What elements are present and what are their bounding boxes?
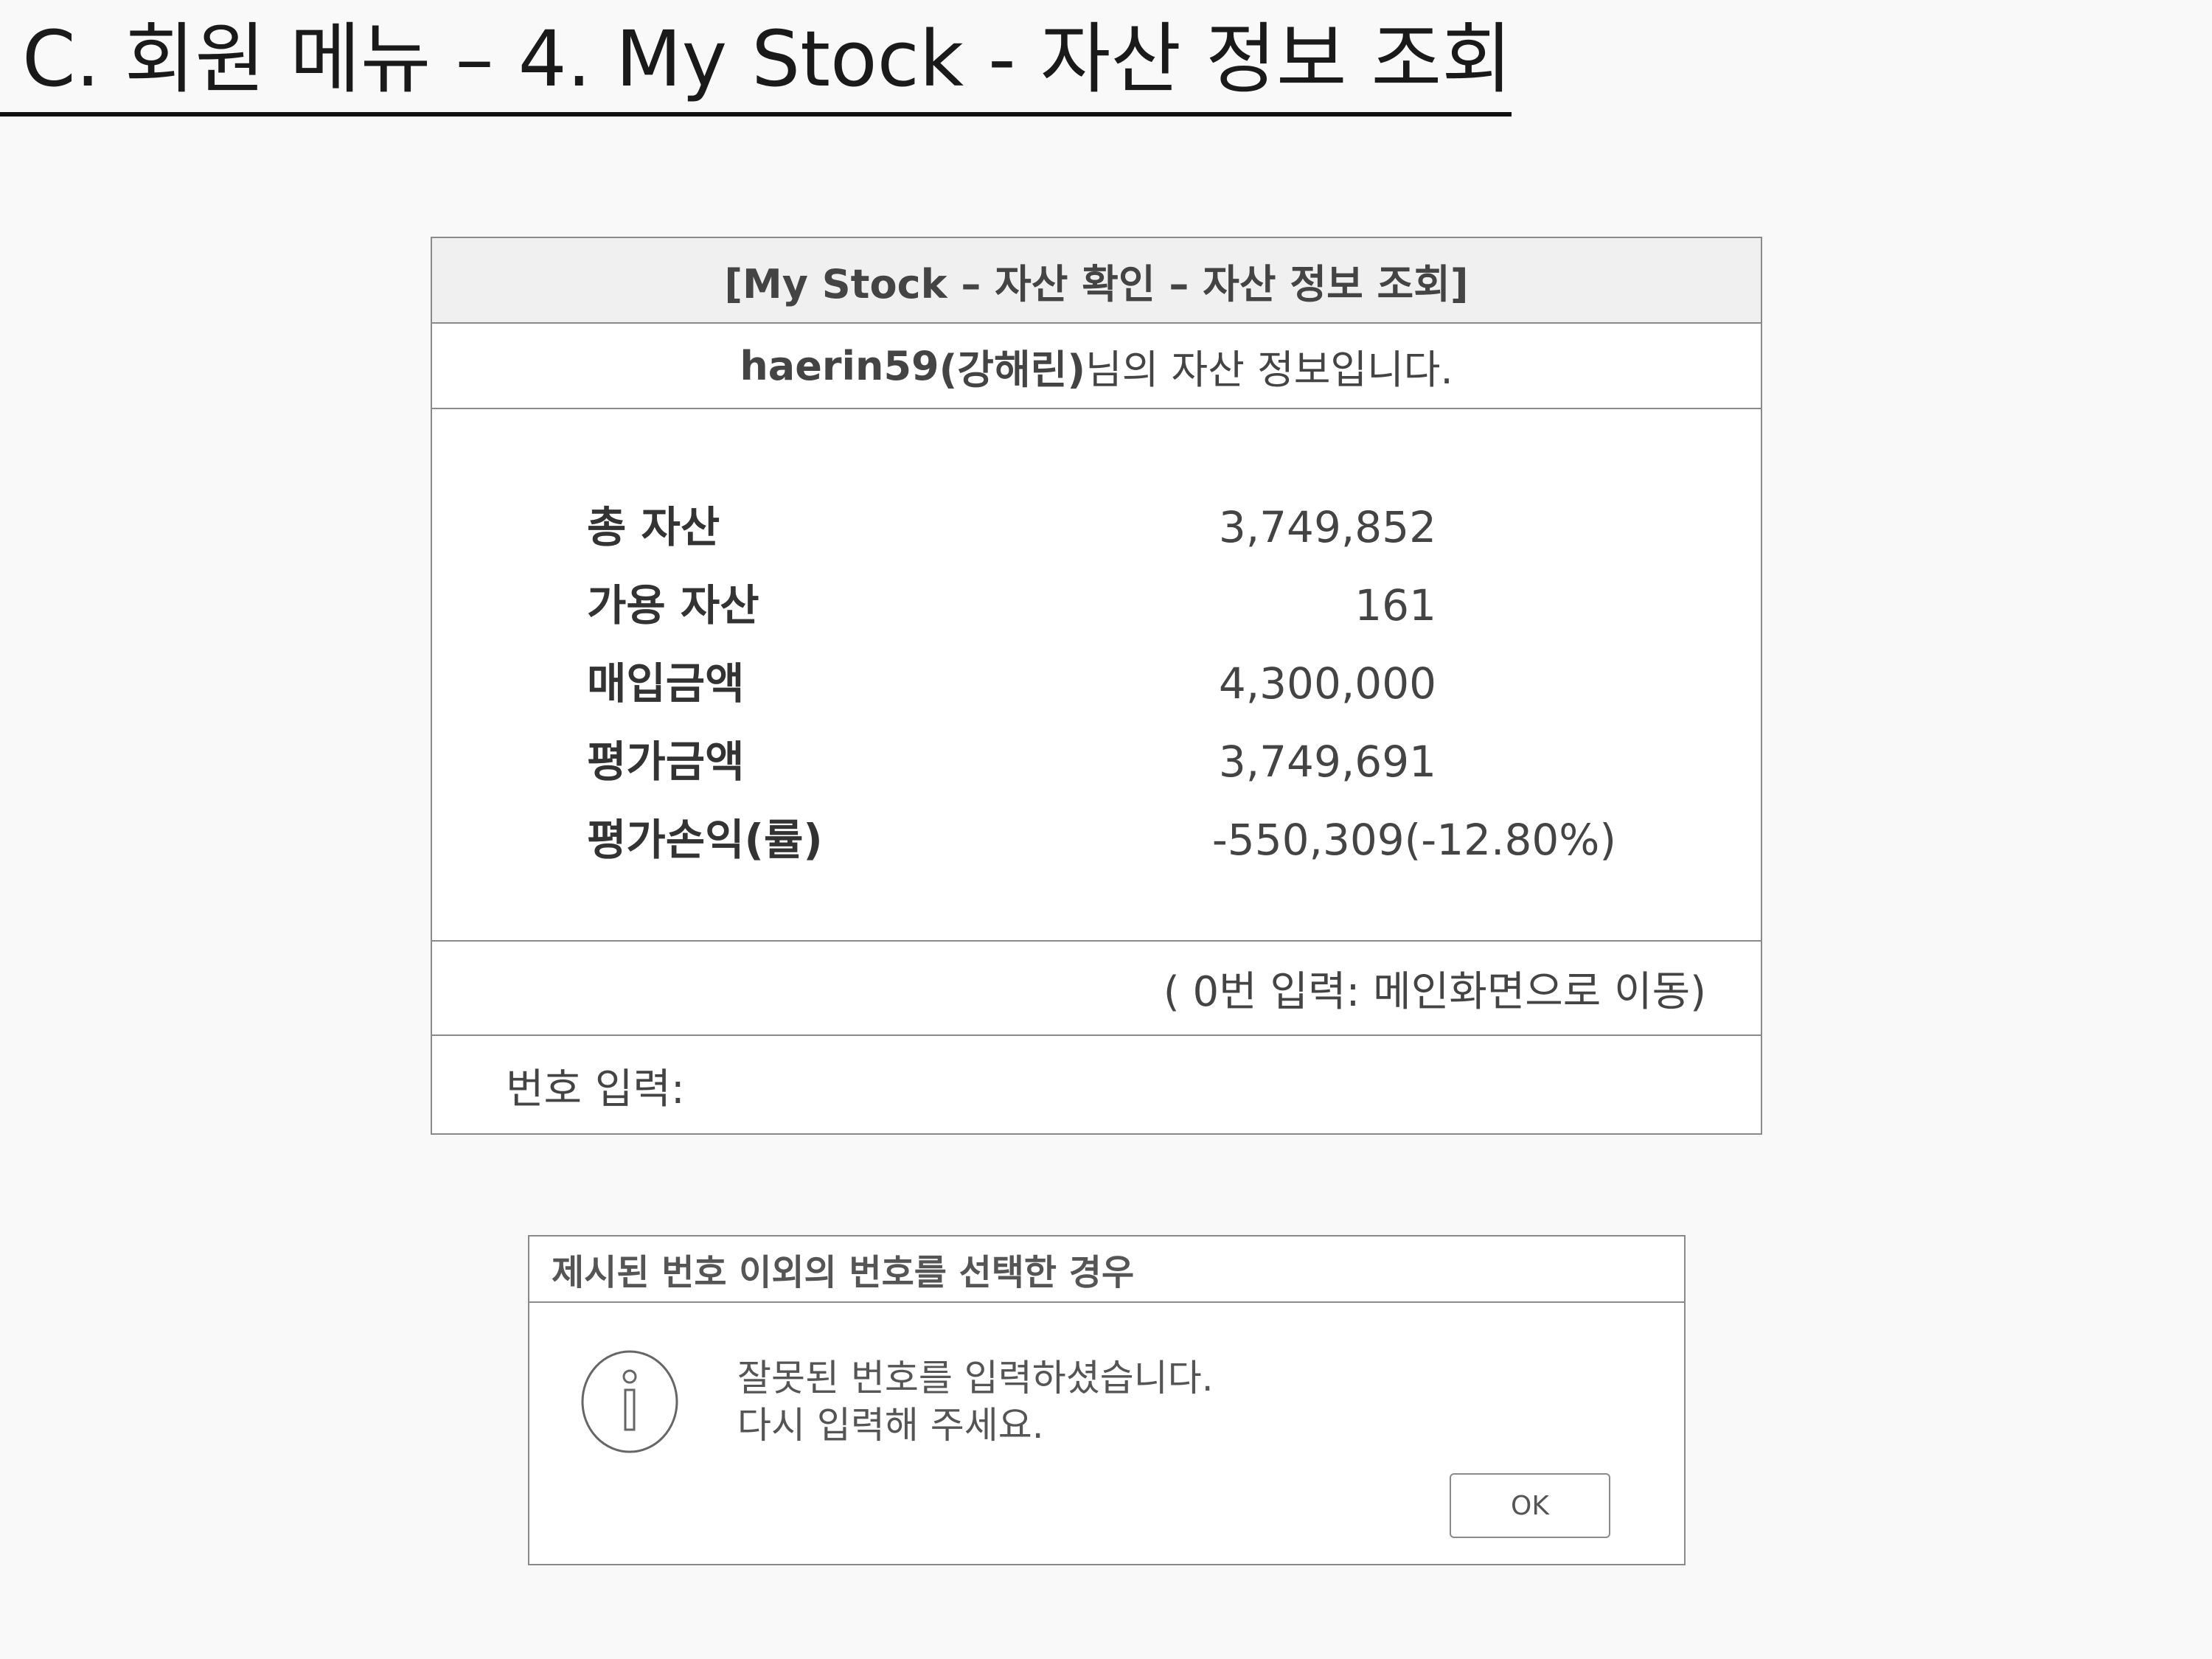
asset-value: 3,749,852 [1218,502,1436,552]
window-title: [My Stock – 자산 확인 – 자산 정보 조회] [432,238,1761,324]
number-input-prompt[interactable]: 번호 입력: [432,1036,1761,1135]
asset-row-valuation: 평가금액 3,749,691 [432,725,1761,799]
greeting-suffix: 님의 자산 정보입니다. [1085,346,1453,393]
asset-row-total: 총 자산 3,749,852 [432,490,1761,564]
asset-label: 총 자산 [587,502,720,552]
asset-label: 매입금액 [587,658,745,709]
dialog-title: 제시된 번호 이외의 번호를 선택한 경우 [529,1237,1684,1303]
navigation-hint: ( 0번 입력: 메인화면으로 이동) [432,942,1761,1036]
asset-list: 총 자산 3,749,852 가용 자산 161 매입금액 4,300,000 … [432,409,1761,942]
prompt-label: 번호 입력: [506,1065,685,1113]
asset-row-purchase: 매입금액 4,300,000 [432,647,1761,720]
title-underline [0,112,1512,116]
asset-info-window: [My Stock – 자산 확인 – 자산 정보 조회] haerin59 (강… [431,237,1762,1135]
asset-value: -550,309(-12.80%) [1211,815,1616,865]
user-id: haerin59 [740,342,939,389]
greeting-line: haerin59 (강해린) 님의 자산 정보입니다. [432,324,1761,409]
asset-value: 3,749,691 [1218,737,1436,787]
user-name: (강해린) [939,346,1086,393]
dialog-message-line1: 잘못된 번호를 입력하셨습니다. [737,1357,1214,1399]
info-icon [580,1349,680,1458]
page-title: C. 회원 메뉴 – 4. My Stock - 자산 정보 조회 [22,14,1512,104]
asset-row-available: 가용 자산 161 [432,568,1761,642]
invalid-number-dialog: 제시된 번호 이외의 번호를 선택한 경우 잘못된 번호를 입력하셨습니다. 다… [528,1235,1686,1565]
dialog-message: 잘못된 번호를 입력하셨습니다. 다시 입력해 주세요. [737,1354,1214,1449]
asset-label: 가용 자산 [587,580,759,630]
dialog-message-line2: 다시 입력해 주세요. [737,1404,1044,1447]
asset-value: 4,300,000 [1218,658,1436,709]
asset-value: 161 [1354,580,1436,630]
asset-row-profit-loss: 평가손익(률) -550,309(-12.80%) [432,803,1761,877]
ok-button[interactable]: OK [1450,1473,1610,1538]
asset-label: 평가금액 [587,737,745,787]
asset-label: 평가손익(률) [587,815,823,865]
